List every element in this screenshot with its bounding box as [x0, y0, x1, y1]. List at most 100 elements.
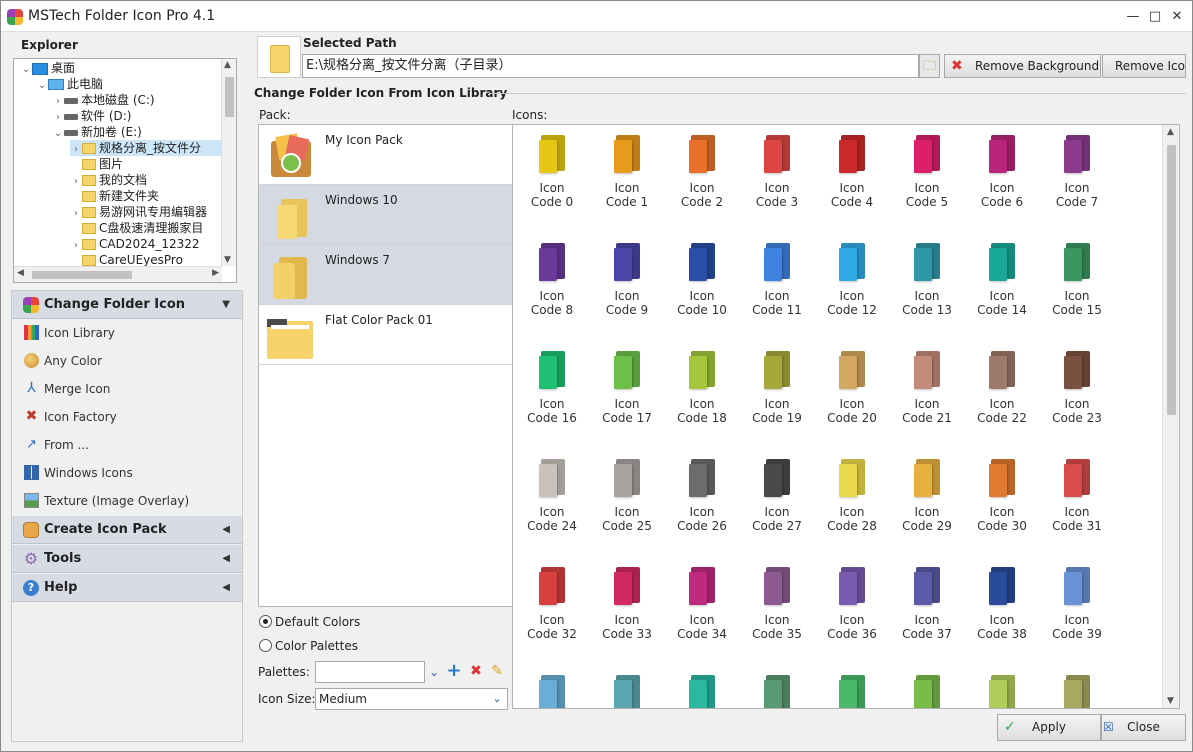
sidebar-item-windows-icons[interactable]: Windows Icons	[12, 459, 242, 487]
pack-item-my-icon-pack[interactable]: My Icon Pack	[259, 125, 512, 185]
icon-cell[interactable]: Icon Code 3	[742, 125, 812, 215]
pack-item-windows-10[interactable]: Windows 10	[259, 185, 512, 245]
icon-cell[interactable]: Icon Code 35	[742, 557, 812, 647]
icon-cell[interactable]: Icon Code 26	[667, 449, 737, 539]
scroll-down-icon[interactable]: ▼	[1167, 696, 1174, 706]
tree-vertical-scrollbar[interactable]: ▲ ▼	[221, 59, 236, 266]
browse-folder-button[interactable]: 🗀	[919, 54, 940, 78]
sidebar-item-texture[interactable]: Texture (Image Overlay)	[12, 487, 242, 515]
icon-cell[interactable]: Icon Code 22	[967, 341, 1037, 431]
add-palette-icon[interactable]: +	[445, 660, 463, 682]
icon-cell[interactable]: Icon Code 20	[817, 341, 887, 431]
icon-size-select[interactable]: Medium ⌄	[315, 688, 508, 710]
pack-item-flat-color-pack-01[interactable]: Flat Color Pack 01	[259, 305, 512, 365]
tree-expander-icon[interactable]: ⌄	[20, 62, 32, 78]
tree-hscroll-thumb[interactable]	[32, 271, 132, 279]
icon-cell[interactable]: Icon Code 33	[592, 557, 662, 647]
default-colors-radio[interactable]	[259, 615, 272, 628]
icon-cell[interactable]: Icon Code 31	[1042, 449, 1112, 539]
pack-item-windows-7[interactable]: Windows 7	[259, 245, 512, 305]
chevron-down-icon[interactable]: ⌄	[425, 662, 443, 682]
icon-cell[interactable]	[742, 665, 812, 708]
scroll-right-icon[interactable]: ▶	[212, 268, 219, 278]
icon-cell[interactable]: Icon Code 14	[967, 233, 1037, 323]
icon-cell[interactable]	[892, 665, 962, 708]
icon-cell[interactable]: Icon Code 4	[817, 125, 887, 215]
close-button[interactable]: ☒ Close	[1101, 714, 1186, 741]
tree-item[interactable]: › 本地磁盘 (C:)	[52, 92, 222, 108]
icon-cell[interactable]: Icon Code 8	[517, 233, 587, 323]
icon-cell[interactable]: Icon Code 37	[892, 557, 962, 647]
icon-cell[interactable]	[592, 665, 662, 708]
icon-cell[interactable]: Icon Code 21	[892, 341, 962, 431]
selected-path-field[interactable]: E:\规格分离_按文件分离（子目录）	[302, 54, 919, 78]
icon-cell[interactable]	[817, 665, 887, 708]
icon-cell[interactable]: Icon Code 17	[592, 341, 662, 431]
color-palettes-radio[interactable]	[259, 639, 272, 652]
maximize-button[interactable]: □	[1143, 7, 1167, 27]
explorer-tree[interactable]: ⌄ 桌面 ⌄ 此电脑 › 本地磁盘 (C:) › 软件 (D:) ⌄ 新加卷 (E:) › 规格分离_…	[13, 58, 237, 283]
scroll-left-icon[interactable]: ◀	[17, 268, 24, 278]
icon-cell[interactable]	[967, 665, 1037, 708]
icon-cell[interactable]	[1042, 665, 1112, 708]
tree-item[interactable]: › 易游网讯专用编辑器	[70, 204, 222, 220]
tree-item[interactable]: ⌄ 桌面	[20, 60, 222, 76]
group-tools[interactable]: ⚙ Tools ◀	[12, 545, 242, 573]
tree-item[interactable]: ⌄ 新加卷 (E:)	[52, 124, 222, 140]
tree-item[interactable]: ⌄ 此电脑	[36, 76, 222, 92]
icon-cell[interactable]: Icon Code 28	[817, 449, 887, 539]
icon-cell[interactable]: Icon Code 11	[742, 233, 812, 323]
close-window-button[interactable]: ✕	[1165, 7, 1189, 27]
group-help[interactable]: ? Help ◀	[12, 574, 242, 602]
minimize-button[interactable]: —	[1121, 7, 1145, 27]
chevron-down-icon[interactable]: ⌄	[487, 689, 507, 709]
tree-item[interactable]: 新建文件夹	[70, 188, 222, 204]
icon-cell[interactable]: Icon Code 10	[667, 233, 737, 323]
icon-cell[interactable]: Icon Code 9	[592, 233, 662, 323]
tree-expander-icon[interactable]: ⌄	[36, 78, 48, 94]
icons-scroll-thumb[interactable]	[1167, 145, 1176, 415]
icon-cell[interactable]: Icon Code 5	[892, 125, 962, 215]
icon-cell[interactable]: Icon Code 16	[517, 341, 587, 431]
tree-item[interactable]: › 我的文档	[70, 172, 222, 188]
apply-button[interactable]: ✓ Apply	[997, 714, 1101, 741]
icon-cell[interactable]: Icon Code 0	[517, 125, 587, 215]
icon-cell[interactable]: Icon Code 1	[592, 125, 662, 215]
icon-cell[interactable]: Icon Code 12	[817, 233, 887, 323]
icon-cell[interactable]: Icon Code 27	[742, 449, 812, 539]
tree-item[interactable]: › 软件 (D:)	[52, 108, 222, 124]
icon-cell[interactable]: Icon Code 2	[667, 125, 737, 215]
icon-cell[interactable]: Icon Code 18	[667, 341, 737, 431]
palettes-select[interactable]	[315, 661, 425, 683]
icon-cell[interactable]: Icon Code 13	[892, 233, 962, 323]
delete-palette-icon[interactable]: ✖	[467, 660, 485, 682]
icon-cell[interactable]: Icon Code 29	[892, 449, 962, 539]
sidebar-item-any-color[interactable]: Any Color	[12, 347, 242, 375]
sidebar-item-merge-icon[interactable]: ⅄ Merge Icon	[12, 375, 242, 403]
icon-cell[interactable]: Icon Code 36	[817, 557, 887, 647]
icon-cell[interactable]: Icon Code 32	[517, 557, 587, 647]
icons-vertical-scrollbar[interactable]: ▲ ▼	[1162, 125, 1179, 708]
icon-cell[interactable]: Icon Code 39	[1042, 557, 1112, 647]
scroll-down-icon[interactable]: ▼	[224, 255, 231, 265]
icons-grid[interactable]: Icon Code 0 Icon Code 1 Icon Code 2 Icon Code 3…	[512, 124, 1180, 709]
icon-cell[interactable]: Icon Code 23	[1042, 341, 1112, 431]
edit-palette-icon[interactable]: ✎	[488, 660, 506, 682]
tree-item[interactable]: › CAD2024_12322	[70, 236, 222, 252]
scroll-up-icon[interactable]: ▲	[224, 60, 231, 70]
icon-cell[interactable]	[667, 665, 737, 708]
icon-cell[interactable]: Icon Code 19	[742, 341, 812, 431]
remove-background-button[interactable]: ✖ Remove Background	[944, 54, 1101, 78]
tree-scroll-thumb[interactable]	[225, 77, 234, 117]
pack-list[interactable]: My Icon Pack Windows 10 Windows 7 Flat C…	[258, 124, 513, 607]
tree-expander-icon[interactable]: ⌄	[52, 126, 64, 142]
scroll-up-icon[interactable]: ▲	[1167, 127, 1174, 137]
icon-cell[interactable]: Icon Code 6	[967, 125, 1037, 215]
sidebar-item-icon-library[interactable]: Icon Library	[12, 319, 242, 347]
icon-cell[interactable]: Icon Code 7	[1042, 125, 1112, 215]
icon-cell[interactable]: Icon Code 24	[517, 449, 587, 539]
sidebar-item-icon-factory[interactable]: ✖ Icon Factory	[12, 403, 242, 431]
icon-cell[interactable]	[517, 665, 587, 708]
remove-icon-button[interactable]: Remove Icon	[1102, 54, 1186, 78]
tree-item[interactable]: C盘极速清理搬家目	[70, 220, 222, 236]
